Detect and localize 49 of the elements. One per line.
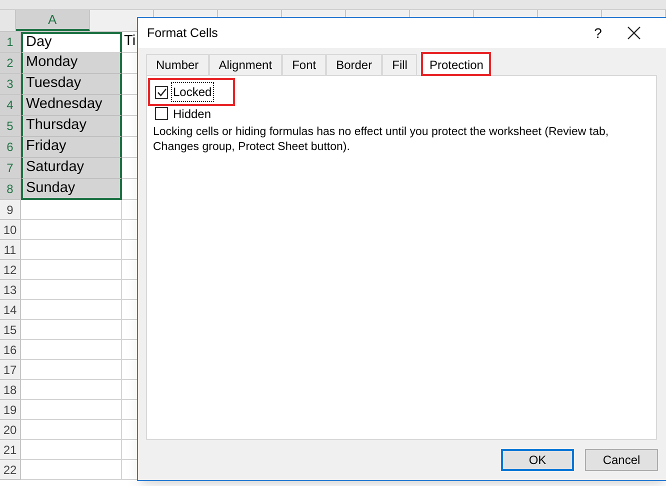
row-header[interactable]: 19: [0, 400, 21, 420]
row-header[interactable]: 13: [0, 280, 21, 300]
row-header[interactable]: 10: [0, 220, 21, 240]
tab[interactable]: Fill: [382, 54, 418, 75]
table-cell: Day: [21, 32, 122, 53]
table-cell: Monday: [21, 53, 122, 74]
row-header[interactable]: 21: [0, 440, 21, 460]
tab[interactable]: Protection: [421, 52, 492, 76]
row-header[interactable]: 3: [0, 74, 21, 95]
row-header[interactable]: 4: [0, 95, 21, 116]
checkbox-row[interactable]: Hidden: [153, 104, 232, 123]
row-header[interactable]: 17: [0, 360, 21, 380]
checkbox-label: Locked: [172, 83, 213, 101]
table-cell: Thursday: [21, 116, 122, 137]
table-cell: Wednesday: [21, 95, 122, 116]
table-cell: Tuesday: [21, 74, 122, 95]
row-header[interactable]: 18: [0, 380, 21, 400]
close-icon[interactable]: [627, 26, 641, 40]
row-header[interactable]: 20: [0, 420, 21, 440]
table-cell: Sunday: [21, 179, 122, 200]
row-header[interactable]: 7: [0, 158, 21, 179]
tab[interactable]: Border: [326, 54, 382, 75]
checkbox[interactable]: [155, 107, 168, 120]
checkbox[interactable]: [155, 86, 168, 98]
table-cell: Saturday: [21, 158, 122, 179]
checkmark-icon: [156, 88, 166, 96]
tab[interactable]: Number: [146, 54, 209, 75]
tab[interactable]: Alignment: [208, 54, 282, 75]
table-cell: Friday: [21, 137, 122, 158]
column-header[interactable]: A: [16, 10, 90, 31]
row-header[interactable]: 1: [0, 32, 21, 53]
tab[interactable]: Font: [282, 54, 326, 75]
row-header[interactable]: 22: [0, 460, 21, 480]
row-header[interactable]: 15: [0, 320, 21, 340]
row-header[interactable]: 6: [0, 137, 21, 158]
row-header[interactable]: 11: [0, 240, 21, 260]
row-header[interactable]: 14: [0, 300, 21, 320]
dialog-button[interactable]: OK: [501, 449, 574, 471]
row-header[interactable]: 8: [0, 179, 21, 200]
row-header[interactable]: 16: [0, 340, 21, 360]
row-header[interactable]: 9: [0, 200, 21, 220]
note-text: Locking cells or hiding formulas has no effect until you protect the worksheet (Review tab, Changes group, Protect Sheet button).: [153, 125, 610, 155]
row-header[interactable]: 12: [0, 260, 21, 280]
dialog-button[interactable]: Cancel: [585, 449, 658, 471]
checkbox-row[interactable]: Locked: [150, 80, 233, 104]
row-header[interactable]: 2: [0, 53, 21, 74]
checkbox-label: Hidden: [172, 106, 212, 122]
help-button[interactable]: ?: [583, 22, 613, 44]
row-header[interactable]: 5: [0, 116, 21, 137]
